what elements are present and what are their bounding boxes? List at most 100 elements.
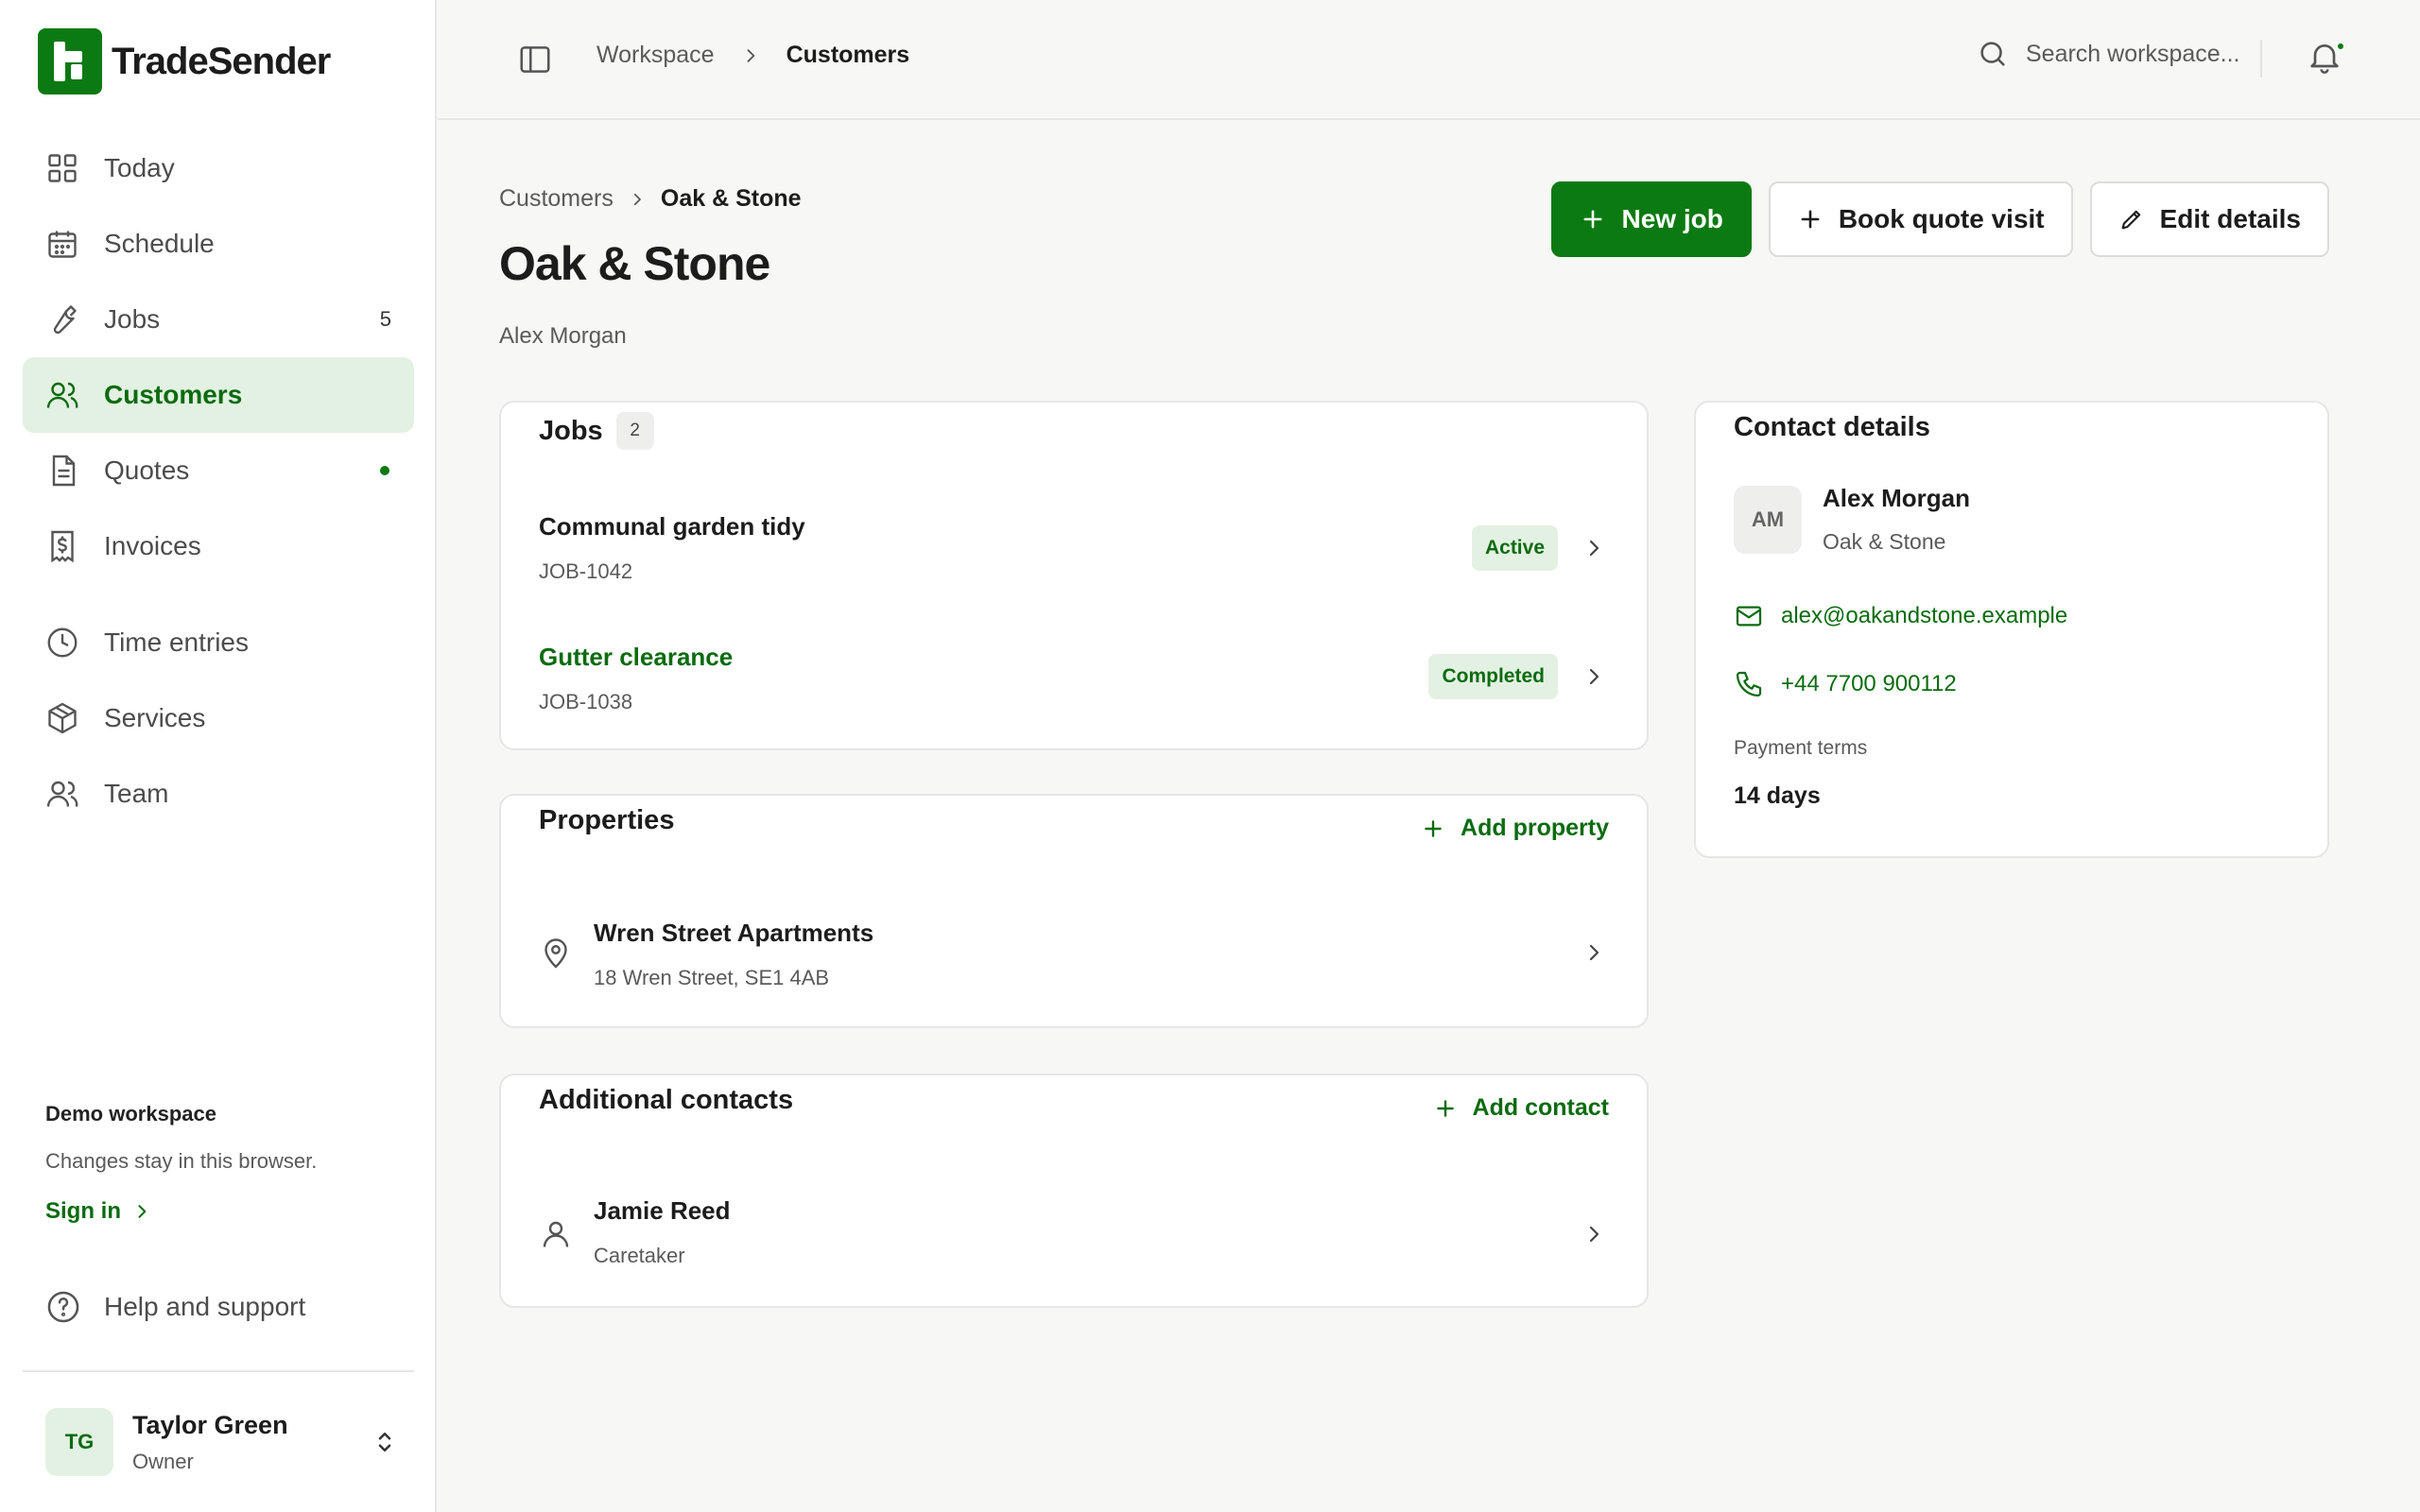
chevron-right-icon [1589, 944, 1599, 961]
package-icon [48, 702, 77, 734]
sidebar-item-time-entries[interactable]: Time entries [23, 605, 414, 680]
demo-workspace-panel: Demo workspace Changes stay in this brow… [45, 1102, 317, 1225]
jobs-card-header: Jobs 2 [539, 412, 654, 450]
quotes-notification-dot [380, 466, 389, 475]
sidebar-item-schedule[interactable]: Schedule [23, 206, 414, 282]
grid-icon [48, 154, 77, 182]
sign-in-label: Sign in [45, 1198, 121, 1224]
book-quote-visit-button[interactable]: Book quote visit [1768, 181, 2073, 257]
contact-row[interactable]: Jamie Reed Caretaker [501, 1189, 1647, 1302]
property-address: 18 Wren Street, SE1 4AB [594, 966, 830, 989]
contact-details-title: Contact details [1734, 412, 1930, 442]
page-breadcrumb: Customers Oak & Stone [499, 185, 802, 213]
email-link[interactable]: alex@oakandstone.example [1734, 601, 2067, 631]
chevron-right-icon [1589, 668, 1599, 685]
demo-title: Demo workspace [45, 1102, 216, 1125]
page-actions: New job Book quote visit Edit details [1551, 181, 2329, 257]
job-row[interactable]: Gutter clearance JOB-1038 Completed [501, 635, 1647, 748]
phone-value: +44 7700 900112 [1781, 671, 1957, 696]
notifications-button[interactable] [2306, 38, 2345, 76]
payment-terms-value: 14 days [1734, 782, 1821, 809]
calendar-icon [48, 231, 77, 258]
sidebar-item-label: Team [104, 779, 169, 808]
plus-icon [1584, 210, 1602, 229]
edit-details-button[interactable]: Edit details [2089, 181, 2329, 257]
email-value: alex@oakandstone.example [1781, 603, 2068, 628]
add-contact-label: Add contact [1472, 1094, 1609, 1121]
users-icon [46, 382, 78, 408]
search[interactable] [1977, 38, 2253, 70]
chevron-right-icon [1589, 540, 1599, 557]
divider [23, 1370, 414, 1372]
receipt-icon [51, 530, 74, 563]
sidebar-item-jobs[interactable]: Jobs 5 [23, 282, 414, 357]
help-and-support-link[interactable]: Help and support [45, 1289, 305, 1325]
contact-role: Caretaker [594, 1244, 685, 1267]
chevron-right-icon [1589, 1226, 1599, 1243]
chevron-right-icon [747, 48, 754, 62]
new-job-label: New job [1621, 204, 1723, 233]
property-row[interactable]: Wren Street Apartments 18 Wren Street, S… [501, 911, 1647, 1024]
search-input[interactable] [2026, 40, 2253, 68]
divider [2260, 40, 2262, 77]
sidebar-item-label: Invoices [104, 531, 201, 560]
properties-card: Properties Add property Wren Street Apar… [499, 794, 1649, 1028]
sidebar-item-label: Quotes [104, 455, 190, 485]
sidebar-item-services[interactable]: Services [23, 680, 414, 756]
status-badge: Active [1471, 525, 1558, 571]
jobs-card: Jobs 2 Communal garden tidy JOB-1042 Act… [499, 401, 1649, 750]
sidebar-item-team[interactable]: Team [23, 756, 414, 832]
jobs-title: Jobs [539, 415, 603, 446]
map-pin-icon [544, 938, 567, 969]
page-title: Oak & Stone [499, 237, 770, 290]
contact-name: Jamie Reed [594, 1196, 731, 1225]
add-contact-button[interactable]: Add contact [1433, 1094, 1609, 1122]
sidebar-item-label: Schedule [104, 229, 215, 258]
payment-terms-label: Payment terms [1734, 737, 1868, 759]
brand[interactable]: TradeSender [38, 28, 331, 94]
job-row[interactable]: Communal garden tidy JOB-1042 Active [501, 505, 1647, 618]
sidebar-item-label: Time entries [104, 627, 250, 657]
chevrons-up-down-icon [378, 1433, 391, 1452]
notification-dot [2336, 42, 2345, 51]
avatar: AM [1734, 486, 1802, 554]
team-icon [46, 781, 78, 807]
breadcrumb-customers-link[interactable]: Customers [499, 185, 614, 213]
wrench-icon [53, 305, 77, 335]
user-icon [543, 1221, 569, 1247]
new-job-button[interactable]: New job [1551, 181, 1752, 257]
sign-in-link[interactable]: Sign in [45, 1198, 317, 1225]
user-menu[interactable]: TG Taylor Green Owner [45, 1406, 399, 1478]
phone-link[interactable]: +44 7700 900112 [1734, 669, 1957, 699]
sidebar-item-quotes[interactable]: Quotes [23, 433, 414, 508]
tradesender-logo-icon [38, 28, 102, 94]
plus-icon [1436, 1099, 1454, 1117]
job-id: JOB-1038 [539, 690, 633, 713]
user-name: Taylor Green [132, 1410, 288, 1439]
main-nav: Today Schedule Jobs 5 Customers Quotes I… [23, 130, 414, 832]
phone-icon [1736, 671, 1762, 697]
sidebar-item-today[interactable]: Today [23, 130, 414, 206]
edit-details-label: Edit details [2159, 204, 2301, 233]
document-icon [52, 455, 76, 487]
sidebar-toggle-icon[interactable] [517, 42, 553, 77]
add-property-label: Add property [1461, 815, 1609, 841]
user-role: Owner [132, 1449, 194, 1473]
top-bar: Workspace Customers [438, 0, 2420, 120]
breadcrumb-current: Oak & Stone [660, 185, 802, 212]
sidebar-item-customers[interactable]: Customers [23, 357, 414, 433]
job-title: Gutter clearance [539, 643, 734, 671]
jobs-count-badge: 2 [615, 412, 654, 450]
sidebar: TradeSender Today Schedule Jobs 5 Custom… [0, 0, 437, 1512]
breadcrumb-customers: Customers [786, 42, 910, 68]
additional-contacts-card: Additional contacts Add contact Jamie Re… [499, 1074, 1649, 1308]
add-property-button[interactable]: Add property [1421, 815, 1609, 842]
help-label: Help and support [104, 1292, 306, 1321]
sidebar-item-label: Jobs [104, 304, 161, 334]
book-quote-visit-label: Book quote visit [1838, 204, 2045, 233]
sidebar-item-invoices[interactable]: Invoices [23, 508, 414, 584]
plus-icon [1425, 819, 1442, 837]
breadcrumb-workspace[interactable]: Workspace [596, 42, 715, 69]
contact-name: Alex Morgan [1823, 484, 1971, 512]
page-subtitle: Alex Morgan [499, 323, 627, 349]
